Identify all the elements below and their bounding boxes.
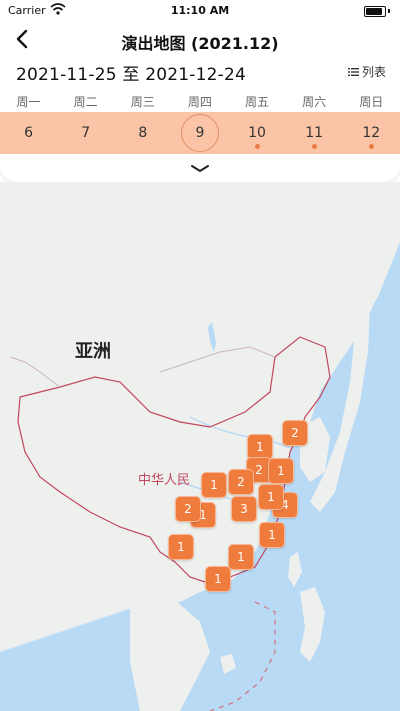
event-cluster-marker[interactable]: 2	[175, 496, 201, 522]
nav-bar: 演出地图 (2021.12)	[0, 24, 400, 56]
event-cluster-marker[interactable]: 1	[259, 522, 285, 548]
date-range-row: 2021-11-25 至 2021-12-24 列表	[0, 60, 400, 85]
day-cell[interactable]: 11	[286, 112, 343, 154]
battery-icon	[364, 6, 386, 17]
list-icon	[347, 67, 359, 76]
weekday-label: 周一	[16, 95, 41, 109]
chevron-down-icon	[191, 165, 209, 173]
event-cluster-marker[interactable]: 1	[201, 472, 227, 498]
day-cell[interactable]: 6	[0, 112, 57, 154]
weekday-label: 周二	[73, 95, 98, 109]
selected-day-ring	[180, 114, 219, 152]
event-dot	[368, 144, 374, 149]
weekday-label: 周三	[130, 95, 155, 109]
day-cell[interactable]: 7	[57, 112, 114, 154]
day-cell-selected[interactable]: 9	[171, 112, 228, 154]
date-range-label: 2021-11-25 至 2021-12-24	[16, 65, 246, 85]
event-cluster-marker[interactable]: 1	[205, 566, 231, 592]
weekday-label: 周四	[187, 95, 212, 109]
map-label-asia: 亚洲	[75, 341, 111, 362]
event-cluster-marker[interactable]: 1	[228, 544, 254, 570]
clock: 11:10 AM	[170, 4, 230, 17]
event-dot	[311, 144, 317, 149]
day-cell[interactable]: 12	[343, 112, 400, 154]
battery-tip	[388, 9, 390, 13]
dashed-boundary	[209, 601, 276, 711]
event-dot	[254, 144, 260, 149]
event-cluster-marker[interactable]: 2	[228, 469, 254, 495]
list-view-label: 列表	[361, 65, 386, 79]
status-bar: Carrier 11:10 AM	[0, 0, 400, 22]
day-number: 6	[24, 125, 34, 141]
landmass-hainan	[220, 654, 236, 674]
landmass-asia	[0, 182, 400, 652]
event-cluster-marker[interactable]: 2	[282, 420, 308, 446]
landmass-philippines	[300, 587, 325, 662]
event-cluster-marker[interactable]: 1	[258, 484, 284, 510]
day-number: 8	[138, 125, 148, 141]
landmass-taiwan	[288, 552, 302, 587]
day-number: 7	[81, 125, 91, 141]
list-view-button[interactable]: 列表	[347, 63, 386, 80]
weekday-label: 周日	[359, 95, 384, 109]
map-canvas	[0, 182, 400, 711]
week-day-strip: 6 7 8 9 10 11 12	[0, 112, 400, 154]
map-label-china: 中华人民	[138, 473, 191, 488]
weekday-header: 周一 周二 周三 周四 周五 周六 周日	[0, 93, 400, 109]
event-cluster-marker[interactable]: 3	[231, 496, 257, 522]
calendar-collapse-bar	[0, 154, 400, 182]
landmass-indochina	[130, 600, 210, 711]
day-cell[interactable]: 10	[229, 112, 286, 154]
event-cluster-marker[interactable]: 1	[168, 534, 194, 560]
weekday-label: 周五	[245, 95, 270, 109]
collapse-button[interactable]	[188, 160, 212, 173]
weekday-label: 周六	[302, 95, 327, 109]
map-view[interactable]: 亚洲 中华人民 2 1 2 1 2 1 3 4 1 1 2 1 1 1 1	[0, 182, 400, 711]
event-cluster-marker[interactable]: 1	[268, 458, 294, 484]
page-title: 演出地图 (2021.12)	[121, 34, 279, 53]
day-cell[interactable]: 8	[114, 112, 171, 154]
